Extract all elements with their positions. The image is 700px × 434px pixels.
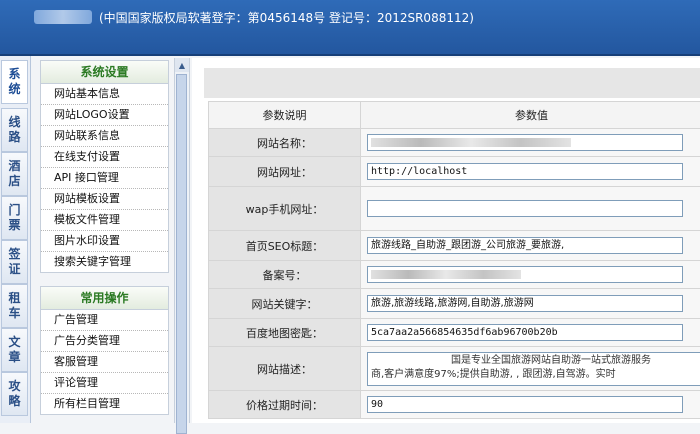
menu-search-keywords[interactable]: 搜索关键字管理: [41, 252, 168, 272]
menu-site-basic-info[interactable]: 网站基本信息: [41, 84, 168, 105]
system-settings-panel: 系统设置 网站基本信息 网站LOGO设置 网站联系信息 在线支付设置 API 接…: [40, 60, 169, 273]
price-expire-input[interactable]: 90: [367, 396, 683, 413]
site-name-input[interactable]: [367, 134, 683, 151]
label-site-name: 网站名称：: [209, 129, 361, 157]
label-price-expire: 价格过期时间：: [209, 391, 361, 419]
tab-hotels[interactable]: 酒店: [1, 152, 28, 196]
common-ops-title: 常用操作: [41, 287, 168, 310]
menu-all-columns[interactable]: 所有栏目管理: [41, 394, 168, 414]
copyright-text: (中国国家版权局软著登字：第0456148号 登记号：2012SR088112): [99, 9, 474, 26]
menu-template-files[interactable]: 模板文件管理: [41, 210, 168, 231]
menu-ad-categories[interactable]: 广告分类管理: [41, 331, 168, 352]
row-site-url: 网站网址： http://localhost: [209, 157, 700, 187]
row-map-key: 百度地图密匙： 5ca7aa2a566854635df6ab96700b20b: [209, 319, 700, 347]
menu-online-payment[interactable]: 在线支付设置: [41, 147, 168, 168]
site-logo: [34, 10, 92, 24]
common-ops-panel: 常用操作 广告管理 广告分类管理 客服管理 评论管理 所有栏目管理: [40, 286, 169, 415]
col-header-value: 参数值: [361, 102, 700, 129]
col-header-param: 参数说明: [209, 102, 361, 129]
row-site-name: 网站名称：: [209, 129, 700, 157]
menu-comments[interactable]: 评论管理: [41, 373, 168, 394]
menu-template-settings[interactable]: 网站模板设置: [41, 189, 168, 210]
label-wap-url: wap手机网址：: [209, 187, 361, 231]
menu-api-management[interactable]: API 接口管理: [41, 168, 168, 189]
menu-customer-service[interactable]: 客服管理: [41, 352, 168, 373]
system-settings-title: 系统设置: [41, 61, 168, 84]
label-icp: 备案号：: [209, 261, 361, 289]
label-keywords: 网站关键字：: [209, 289, 361, 319]
menu-watermark-settings[interactable]: 图片水印设置: [41, 231, 168, 252]
keywords-input[interactable]: 旅游,旅游线路,旅游网,自助游,旅游网: [367, 295, 683, 312]
tab-tickets[interactable]: 门票: [1, 196, 28, 240]
menu-ads[interactable]: 广告管理: [41, 310, 168, 331]
menu-site-logo-settings[interactable]: 网站LOGO设置: [41, 105, 168, 126]
tab-system[interactable]: 系统: [1, 60, 28, 104]
label-site-url: 网站网址：: [209, 157, 361, 187]
label-seo-title: 首页SEO标题：: [209, 231, 361, 261]
description-line-2: 商,客户满意度97%;提供自助游, , 跟团游,自驾游。实时: [371, 368, 700, 382]
tab-routes[interactable]: 线路: [1, 108, 28, 152]
map-key-input[interactable]: 5ca7aa2a566854635df6ab96700b20b: [367, 324, 683, 341]
menu-site-contact-info[interactable]: 网站联系信息: [41, 126, 168, 147]
description-textarea[interactable]: 国是专业全国旅游网站自助游一站式旅游服务 商,客户满意度97%;提供自助游, ,…: [367, 352, 700, 386]
label-description: 网站描述：: [209, 347, 361, 391]
blurred-value: [371, 138, 571, 147]
row-description: 网站描述： 国是专业全国旅游网站自助游一站式旅游服务 商,客户满意度97%;提供…: [209, 347, 700, 391]
row-icp: 备案号：: [209, 261, 700, 289]
sidebar-scrollbar[interactable]: ▲: [174, 58, 190, 423]
content-toolbar: [204, 68, 700, 98]
seo-title-input[interactable]: 旅游线路_自助游_跟团游_公司旅游_要旅游,: [367, 237, 683, 254]
scroll-up-arrow-icon[interactable]: ▲: [175, 58, 189, 72]
sidebar: 系统设置 网站基本信息 网站LOGO设置 网站联系信息 在线支付设置 API 接…: [34, 58, 174, 423]
module-tabs: 系统 线路 酒店 门票 签证 租车 文章 攻略: [0, 56, 31, 423]
tab-visa[interactable]: 签证: [1, 240, 28, 284]
settings-form-table: 参数说明 参数值 网站名称： 网站网址： http://localhost wa…: [208, 101, 700, 419]
row-seo-title: 首页SEO标题： 旅游线路_自助游_跟团游_公司旅游_要旅游,: [209, 231, 700, 261]
tab-articles[interactable]: 文章: [1, 328, 28, 372]
row-price-expire: 价格过期时间： 90: [209, 391, 700, 419]
icp-input[interactable]: [367, 266, 683, 283]
scroll-thumb[interactable]: [176, 74, 187, 434]
main-content: 参数说明 参数值 网站名称： 网站网址： http://localhost wa…: [192, 58, 700, 423]
top-header: (中国国家版权局软著登字：第0456148号 登记号：2012SR088112): [0, 0, 700, 56]
description-line-1: 国是专业全国旅游网站自助游一站式旅游服务: [371, 354, 700, 368]
table-header-row: 参数说明 参数值: [209, 102, 700, 129]
row-keywords: 网站关键字： 旅游,旅游线路,旅游网,自助游,旅游网: [209, 289, 700, 319]
label-map-key: 百度地图密匙：: [209, 319, 361, 347]
blurred-value: [371, 270, 521, 279]
row-wap-url: wap手机网址：: [209, 187, 700, 231]
site-url-input[interactable]: http://localhost: [367, 163, 683, 180]
tab-guides[interactable]: 攻略: [1, 372, 28, 416]
tab-car-rental[interactable]: 租车: [1, 284, 28, 328]
wap-url-input[interactable]: [367, 200, 683, 217]
